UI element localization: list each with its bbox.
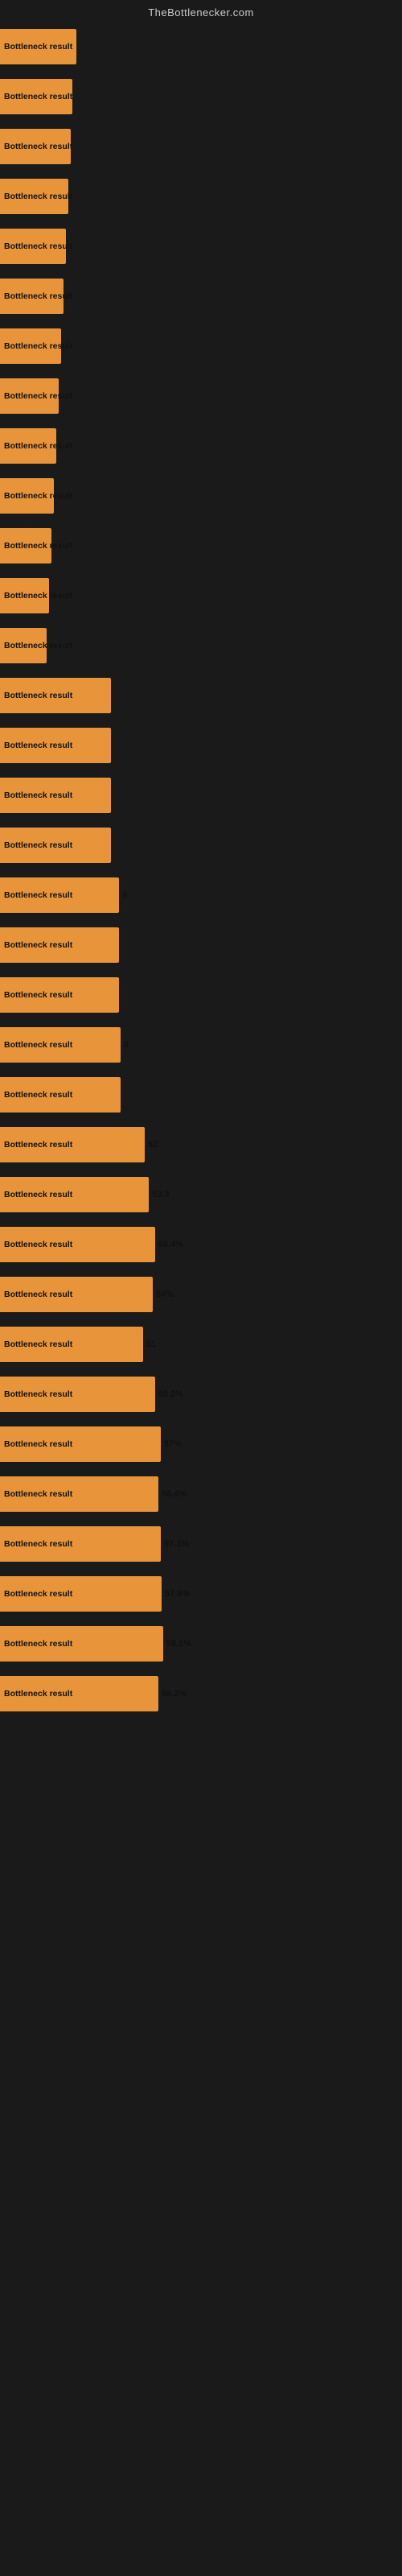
bar-value: 56.4% xyxy=(162,1489,187,1499)
bar-value: 57.6% xyxy=(165,1589,190,1599)
bar-row: Bottleneck result 55.4% xyxy=(0,1220,402,1269)
bar-label: Bottleneck result xyxy=(2,791,72,800)
bar-row: Bottleneck result xyxy=(0,770,402,820)
bar-row: Bottleneck result 53.3 xyxy=(0,1170,402,1220)
bar-value: 4 xyxy=(124,1040,129,1050)
bar-label: Bottleneck result xyxy=(2,1489,72,1499)
bar-row: Bottleneck result xyxy=(0,421,402,471)
bar-value: 57.3% xyxy=(164,1539,189,1549)
bar-label: Bottleneck result xyxy=(2,1340,72,1349)
bar-value: 51 xyxy=(146,1340,156,1349)
bar-label: Bottleneck result xyxy=(2,1539,72,1549)
bar-label: Bottleneck result xyxy=(2,1589,72,1599)
bar-value: 53.3 xyxy=(152,1190,169,1199)
chart-area: Bottleneck resultBottleneck resultBottle… xyxy=(0,22,402,1719)
bar-row: Bottleneck result xyxy=(0,720,402,770)
bar-value: 55.4% xyxy=(158,1240,183,1249)
bar-row: Bottleneck result 52. xyxy=(0,1120,402,1170)
bar-row: Bottleneck result xyxy=(0,221,402,271)
bar-label: Bottleneck result xyxy=(2,142,72,151)
bar-row: Bottleneck result 56.4% xyxy=(0,1469,402,1519)
bar-label: Bottleneck result xyxy=(2,840,72,850)
bar-label: Bottleneck result xyxy=(2,1389,72,1399)
bar-label: Bottleneck result xyxy=(2,541,72,551)
bar-label: Bottleneck result xyxy=(2,441,72,451)
bar-label: Bottleneck result xyxy=(2,940,72,950)
bar-row: Bottleneck result 55.2% xyxy=(0,1369,402,1419)
site-header: TheBottlenecker.com xyxy=(0,0,402,22)
bar-row: Bottleneck result xyxy=(0,671,402,720)
bar-row: Bottleneck result 51 xyxy=(0,1319,402,1369)
site-title: TheBottlenecker.com xyxy=(148,6,254,19)
bar-row: Bottleneck result 58.1% xyxy=(0,1619,402,1669)
bar-row: Bottleneck result xyxy=(0,621,402,671)
bar-label: Bottleneck result xyxy=(2,42,72,52)
bar-row: Bottleneck result xyxy=(0,820,402,870)
bar-label: Bottleneck result xyxy=(2,1090,72,1100)
bar-label: Bottleneck result xyxy=(2,1240,72,1249)
bar-row: Bottleneck result xyxy=(0,1070,402,1120)
bar-label: Bottleneck result xyxy=(2,92,72,101)
bar-value: 4 xyxy=(122,890,127,900)
bar-row: Bottleneck result xyxy=(0,571,402,621)
bar-row: Bottleneck result xyxy=(0,471,402,521)
bar-value: 54% xyxy=(156,1290,174,1299)
bar-label: Bottleneck result xyxy=(2,691,72,700)
bar-row: Bottleneck result xyxy=(0,920,402,970)
bar-label: Bottleneck result xyxy=(2,1290,72,1299)
bar-row: Bottleneck result 57% xyxy=(0,1419,402,1469)
bar-label: Bottleneck result xyxy=(2,890,72,900)
bar-label: Bottleneck result xyxy=(2,192,72,201)
bar-label: Bottleneck result xyxy=(2,341,72,351)
bar-label: Bottleneck result xyxy=(2,1040,72,1050)
bar-row: Bottleneck result xyxy=(0,122,402,171)
bar-row: Bottleneck result xyxy=(0,22,402,72)
bar-row: Bottleneck result 4 xyxy=(0,870,402,920)
bar-value: 52. xyxy=(148,1140,160,1150)
bar-row: Bottleneck result xyxy=(0,970,402,1020)
bar-row: Bottleneck result 56.2% xyxy=(0,1669,402,1719)
bar-row: Bottleneck result xyxy=(0,521,402,571)
bar-label: Bottleneck result xyxy=(2,641,72,650)
bar-label: Bottleneck result xyxy=(2,1190,72,1199)
bar-row: Bottleneck result 4 xyxy=(0,1020,402,1070)
bar-label: Bottleneck result xyxy=(2,491,72,501)
bar-value: 56.2% xyxy=(162,1689,187,1699)
bar-label: Bottleneck result xyxy=(2,242,72,251)
bar-value: 58.1% xyxy=(166,1639,191,1649)
bar-label: Bottleneck result xyxy=(2,990,72,1000)
bar-label: Bottleneck result xyxy=(2,391,72,401)
bar-label: Bottleneck result xyxy=(2,1639,72,1649)
bar-row: Bottleneck result 57.3% xyxy=(0,1519,402,1569)
bar-label: Bottleneck result xyxy=(2,741,72,750)
bar-row: Bottleneck result xyxy=(0,321,402,371)
bar-label: Bottleneck result xyxy=(2,591,72,601)
bar-value: 57% xyxy=(164,1439,182,1449)
bar-row: Bottleneck result xyxy=(0,72,402,122)
bar-row: Bottleneck result xyxy=(0,271,402,321)
bar-row: Bottleneck result xyxy=(0,371,402,421)
bar-value: 55.2% xyxy=(158,1389,183,1399)
bar-row: Bottleneck result xyxy=(0,171,402,221)
bar-label: Bottleneck result xyxy=(2,1439,72,1449)
bar-row: Bottleneck result 57.6% xyxy=(0,1569,402,1619)
bar-label: Bottleneck result xyxy=(2,1140,72,1150)
bar-row: Bottleneck result 54% xyxy=(0,1269,402,1319)
bar-label: Bottleneck result xyxy=(2,1689,72,1699)
bar-label: Bottleneck result xyxy=(2,291,72,301)
